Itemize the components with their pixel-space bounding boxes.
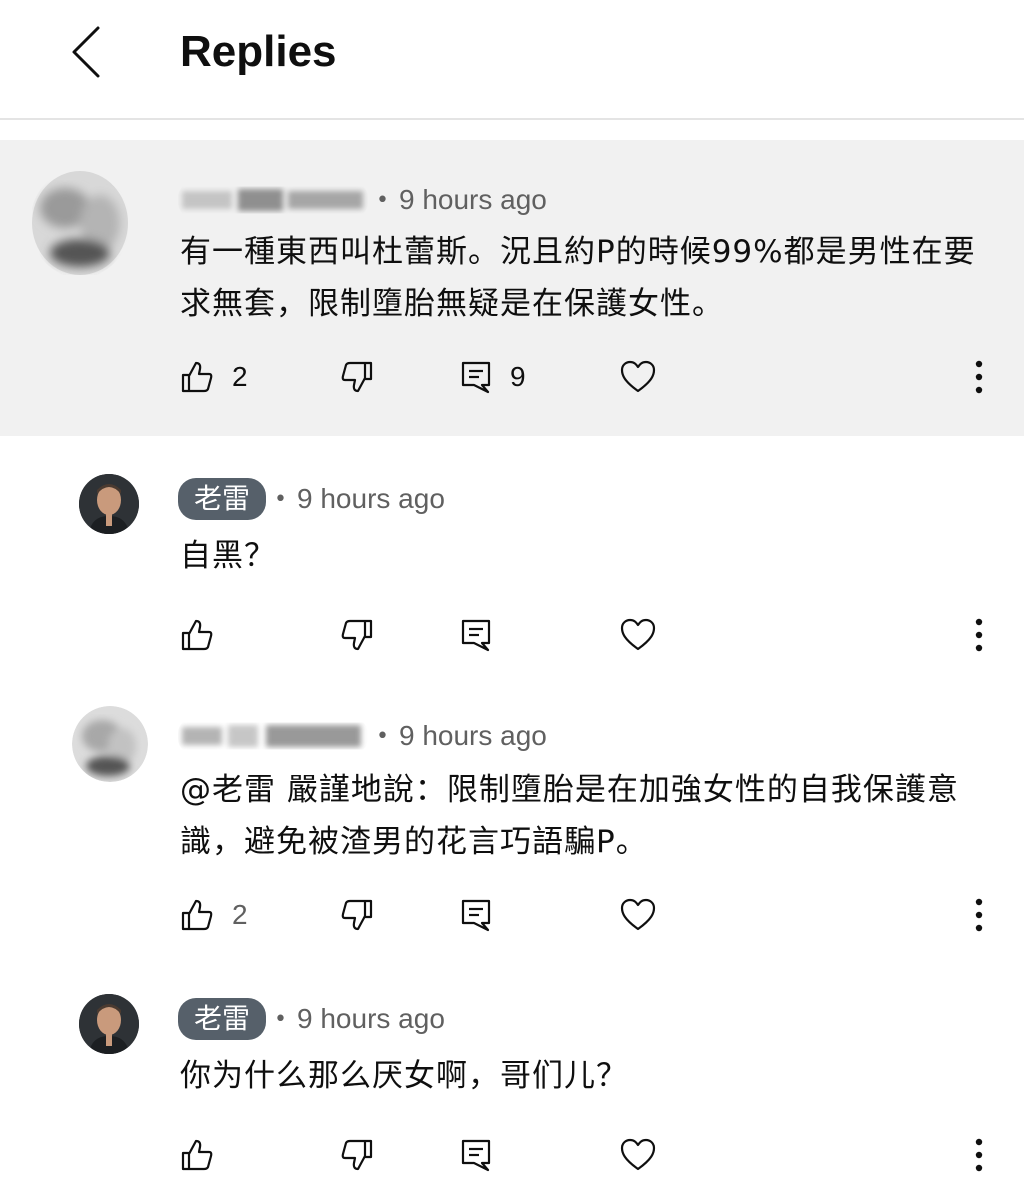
- reply-button[interactable]: [460, 1130, 492, 1180]
- reply-button[interactable]: 9: [460, 352, 526, 402]
- thumbs-down-icon: [341, 1139, 373, 1171]
- comment-actions: [0, 1130, 1024, 1180]
- comment-actions: 2: [0, 890, 1024, 940]
- comment-time: 9 hours ago: [398, 184, 547, 215]
- comment-meta: 老雷 • 9 hours ago: [178, 997, 445, 1041]
- author-name-redacted[interactable]: [178, 719, 368, 753]
- meta-separator: •: [376, 723, 389, 749]
- reply-button[interactable]: [460, 890, 492, 940]
- meta-separator: •: [274, 1006, 287, 1032]
- heart-button[interactable]: [620, 610, 656, 660]
- heart-button[interactable]: [620, 890, 656, 940]
- like-count: 2: [232, 899, 248, 930]
- reply-icon: [461, 361, 491, 394]
- more-vertical-icon: [975, 360, 983, 394]
- heart-button[interactable]: [620, 1130, 656, 1180]
- comment-meta: • 9 hours ago: [178, 178, 547, 222]
- meta-separator: •: [376, 187, 389, 213]
- more-button[interactable]: [970, 1130, 988, 1180]
- thumbs-up-icon: [181, 619, 213, 651]
- like-button[interactable]: [180, 1130, 232, 1180]
- comment-actions: [0, 610, 1024, 660]
- dislike-button[interactable]: [340, 610, 374, 660]
- page-title: Replies: [180, 27, 337, 76]
- top-bar: Replies: [0, 0, 1024, 118]
- thumbs-down-icon: [341, 619, 373, 651]
- heart-icon: [620, 1138, 656, 1171]
- comment-text: 你为什么那么厌女啊，哥们儿？: [180, 1058, 628, 1094]
- comment-time: 9 hours ago: [398, 720, 547, 751]
- avatar[interactable]: [79, 474, 139, 534]
- dislike-button[interactable]: [340, 1130, 374, 1180]
- avatar[interactable]: [30, 168, 130, 278]
- comment-item: 老雷 • 9 hours ago 自黑？: [0, 436, 1024, 696]
- author-chip[interactable]: 老雷: [178, 998, 267, 1040]
- dislike-button[interactable]: [340, 890, 374, 940]
- heart-button[interactable]: [620, 352, 656, 402]
- comment-time: 9 hours ago: [297, 483, 445, 514]
- thumbs-up-icon: [181, 361, 213, 393]
- comment-actions: 2 9: [0, 352, 1024, 402]
- comment-text: @老雷 嚴謹地說：限制墮胎是在加強女性的自我保護意識，避免被渣男的花言巧語騙P。: [180, 772, 959, 860]
- author-name-redacted[interactable]: [178, 183, 368, 217]
- comment-meta: • 9 hours ago: [178, 714, 547, 758]
- chevron-left-icon: [72, 26, 100, 78]
- thumbs-up-icon: [181, 1139, 213, 1171]
- reply-icon: [461, 619, 491, 652]
- comment-text: 有一種東西叫杜蕾斯。況且約P的時候99%都是男性在要求無套，限制墮胎無疑是在保護…: [180, 234, 976, 322]
- more-button[interactable]: [970, 890, 988, 940]
- like-button[interactable]: [180, 610, 232, 660]
- comment-meta: 老雷 • 9 hours ago: [178, 477, 445, 521]
- reply-count: 9: [510, 361, 526, 392]
- avatar[interactable]: [79, 994, 139, 1054]
- comment-item: • 9 hours ago 有一種東西叫杜蕾斯。況且約P的時候99%都是男性在要…: [0, 140, 1024, 436]
- divider: [0, 118, 1024, 120]
- comment-item: 老雷 • 9 hours ago 你为什么那么厌女啊，哥们儿？: [0, 976, 1024, 1200]
- more-vertical-icon: [975, 618, 983, 652]
- back-button[interactable]: [62, 22, 118, 82]
- like-button[interactable]: 2: [180, 890, 248, 940]
- author-chip[interactable]: 老雷: [178, 478, 267, 520]
- more-vertical-icon: [975, 898, 983, 932]
- reply-icon: [461, 1139, 491, 1172]
- more-button[interactable]: [970, 610, 988, 660]
- like-count: 2: [232, 361, 248, 392]
- dislike-button[interactable]: [340, 352, 374, 402]
- reply-button[interactable]: [460, 610, 492, 660]
- comment-item: • 9 hours ago @老雷 嚴謹地說：限制墮胎是在加強女性的自我保護意識…: [0, 696, 1024, 976]
- more-button[interactable]: [970, 352, 988, 402]
- avatar[interactable]: [72, 706, 148, 782]
- heart-icon: [620, 618, 656, 651]
- heart-icon: [620, 898, 656, 931]
- comment-time: 9 hours ago: [297, 1003, 445, 1034]
- heart-icon: [620, 360, 656, 393]
- thumbs-down-icon: [341, 899, 373, 931]
- reply-icon: [461, 899, 491, 932]
- like-button[interactable]: 2: [180, 352, 248, 402]
- meta-separator: •: [274, 486, 287, 512]
- thumbs-up-icon: [181, 899, 213, 931]
- more-vertical-icon: [975, 1138, 983, 1172]
- comment-text: 自黑？: [180, 538, 276, 574]
- thumbs-down-icon: [341, 361, 373, 393]
